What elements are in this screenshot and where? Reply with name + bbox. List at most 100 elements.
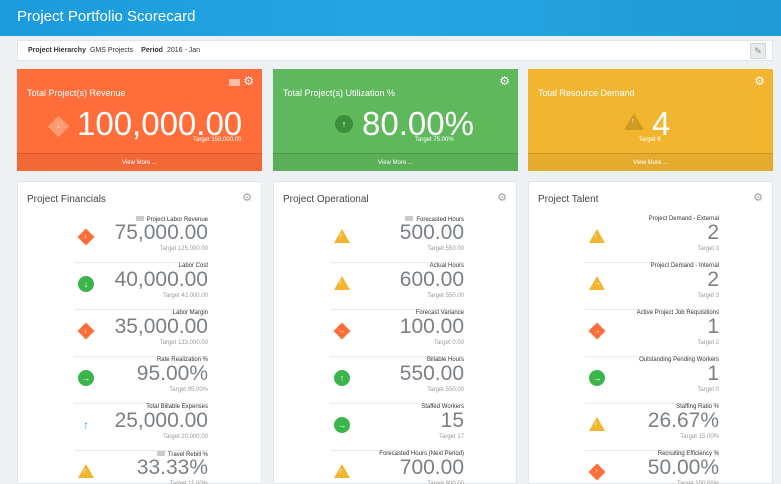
kpi-tile-utilization: ⚙ Total Project(s) Utilization % ↑ 80.00… bbox=[273, 69, 518, 171]
metric-row[interactable]: ↑ Actual Hours 600.00 Target 550.00 bbox=[330, 263, 464, 310]
triangle-up-icon: ↑ bbox=[624, 113, 644, 130]
gear-icon[interactable]: ⚙ bbox=[497, 191, 507, 204]
metric-value: 550.00 bbox=[399, 362, 464, 385]
metric-target: Target 0.00 bbox=[433, 340, 464, 346]
metric-value: 1 bbox=[707, 362, 719, 385]
view-more-link[interactable]: View More ... bbox=[528, 153, 773, 171]
diamond-down-icon: ↓ bbox=[47, 115, 70, 138]
gear-icon[interactable]: ⚙ bbox=[753, 191, 763, 204]
metric-row[interactable]: ↑ Travel Rebill % 33.33% Target 11.00% bbox=[74, 451, 208, 484]
gear-icon[interactable]: ⚙ bbox=[243, 74, 254, 88]
metric-target: Target 20,000.00 bbox=[162, 434, 208, 440]
metric-row[interactable]: ↓ Labor Margin 35,000.00 Target 133,000.00 bbox=[74, 310, 208, 357]
period-value[interactable]: 2016 - Jan bbox=[167, 47, 200, 54]
metric-row[interactable]: → Staffed Workers 15 Target 17 bbox=[330, 404, 464, 451]
page-title: Project Portfolio Scorecard bbox=[17, 8, 196, 25]
metric-target: Target 133,000.00 bbox=[159, 340, 208, 346]
metric-row[interactable]: → Rate Realization % 95.00% Target 95.00% bbox=[74, 357, 208, 404]
metric-value: 500.00 bbox=[399, 221, 464, 244]
metric-value: 2 bbox=[707, 268, 719, 291]
metric-target: Target 17 bbox=[438, 434, 464, 440]
metric-value: 33.33% bbox=[136, 456, 208, 479]
view-more-link[interactable]: View More ... bbox=[273, 153, 518, 171]
circle-up-icon: ↑ bbox=[334, 370, 350, 386]
hierarchy-label: Project Hierarchy bbox=[28, 47, 86, 54]
metric-target: Target 2 bbox=[697, 340, 719, 346]
diamond-down-icon: ↓ bbox=[77, 322, 95, 340]
circle-right-icon: → bbox=[589, 370, 605, 386]
kpi-tile-revenue: ⚙ Total Project(s) Revenue ↓ 100,000.00 … bbox=[17, 69, 262, 171]
metric-row[interactable]: ↓ Project Labor Revenue 75,000.00 Target 12… bbox=[74, 216, 208, 263]
metric-value: 35,000.00 bbox=[114, 315, 208, 338]
metric-value: 75,000.00 bbox=[114, 221, 208, 244]
circle-down-icon: ↓ bbox=[78, 276, 94, 292]
tile-target: Target 6 bbox=[639, 137, 661, 143]
metric-row[interactable]: ↑ Staffing Ratio % 26.67% Target 15.00% bbox=[585, 404, 719, 451]
tile-target: Target 75.00% bbox=[415, 137, 454, 143]
triangle-up-icon: ↑ bbox=[334, 229, 350, 245]
metric-target: Target 3 bbox=[697, 293, 719, 299]
metric-row[interactable]: → Active Project Job Requisitions 1 Target … bbox=[585, 310, 719, 357]
tile-title: Total Project(s) Revenue bbox=[27, 88, 126, 98]
metric-row[interactable]: → Outstanding Pending Workers 1 Target 0 bbox=[585, 357, 719, 404]
metric-row[interactable]: ↑ Forecasted Hours (Next Period) 700.00 Tar… bbox=[330, 451, 464, 484]
metric-row[interactable]: → Forecast Variance 100.00 Target 0.00 bbox=[330, 310, 464, 357]
triangle-up-icon: ↑ bbox=[589, 229, 605, 245]
triangle-right-icon: → bbox=[589, 276, 605, 292]
metric-value: 15 bbox=[440, 409, 464, 432]
metric-target: Target 550.00 bbox=[427, 387, 464, 393]
metric-row[interactable]: ↑ Recruiting Efficiency % 50.00% Target 100… bbox=[585, 451, 719, 484]
metric-value: 1 bbox=[707, 315, 719, 338]
circle-right-icon: → bbox=[334, 417, 350, 433]
hierarchy-value[interactable]: GMS Projects bbox=[90, 47, 133, 54]
metric-target: Target 42,000.00 bbox=[162, 293, 208, 299]
metric-row[interactable]: ↓ Labor Cost 40,000.00 Target 42,000.00 bbox=[74, 263, 208, 310]
tile-title: Total Resource Demand bbox=[538, 88, 635, 98]
metric-target: Target 125,000.00 bbox=[159, 246, 208, 252]
metric-target: Target 3 bbox=[697, 246, 719, 252]
tile-target: Target 150,000.00 bbox=[193, 137, 242, 143]
metric-value: 700.00 bbox=[399, 456, 464, 479]
diamond-right-icon: → bbox=[333, 322, 351, 340]
filter-bar: Project Hierarchy GMS Projects Period 20… bbox=[17, 40, 773, 61]
triangle-up-icon: ↑ bbox=[334, 276, 350, 292]
arrow-up-icon: ↑ bbox=[83, 418, 89, 432]
panel-project-operational: Project Operational ⚙ ↑ Forecasted Hours 5… bbox=[273, 181, 517, 484]
gear-icon[interactable]: ⚙ bbox=[242, 191, 252, 204]
metric-value: 95.00% bbox=[136, 362, 208, 385]
metric-value: 26.67% bbox=[647, 409, 719, 432]
tile-title: Total Project(s) Utilization % bbox=[283, 88, 396, 98]
metric-target: Target 550.00 bbox=[427, 293, 464, 299]
triangle-up-icon: ↑ bbox=[334, 464, 350, 480]
metric-value: 40,000.00 bbox=[114, 268, 208, 291]
edit-pencil-icon[interactable]: ✎ bbox=[750, 43, 766, 59]
metric-target: Target 550.00 bbox=[427, 246, 464, 252]
gear-icon[interactable]: ⚙ bbox=[499, 74, 510, 88]
metric-value: 600.00 bbox=[399, 268, 464, 291]
metric-row[interactable]: ↑ Forecasted Hours 500.00 Target 550.00 bbox=[330, 216, 464, 263]
diamond-up-icon: ↑ bbox=[588, 463, 606, 481]
metric-row[interactable]: → Project Demand - Internal 2 Target 3 bbox=[585, 263, 719, 310]
view-more-link[interactable]: View More ... bbox=[17, 153, 262, 171]
metric-row[interactable]: ↑ Project Demand - External 2 Target 3 bbox=[585, 216, 719, 263]
triangle-up-icon: ↑ bbox=[589, 417, 605, 433]
panel-title: Project Operational bbox=[283, 194, 369, 205]
metric-value: 100.00 bbox=[399, 315, 464, 338]
triangle-up-icon: ↑ bbox=[78, 464, 94, 480]
gear-icon[interactable]: ⚙ bbox=[754, 74, 765, 88]
metric-value: 2 bbox=[707, 221, 719, 244]
metric-row[interactable]: ↑ Billable Hours 550.00 Target 550.00 bbox=[330, 357, 464, 404]
circle-right-icon: → bbox=[78, 370, 94, 386]
panel-title: Project Talent bbox=[538, 194, 599, 205]
metric-target: Target 95.00% bbox=[169, 387, 208, 393]
comment-icon[interactable] bbox=[229, 79, 240, 86]
kpi-tile-resource-demand: ⚙ Total Resource Demand ↑ 4 Target 6 Vie… bbox=[528, 69, 773, 171]
metric-target: Target 0 bbox=[697, 387, 719, 393]
diamond-right-icon: → bbox=[588, 322, 606, 340]
metric-value: 50.00% bbox=[647, 456, 719, 479]
metric-target: Target 15.00% bbox=[680, 434, 719, 440]
metric-row[interactable]: ↑ Total Billable Expenses 25,000.00 Target … bbox=[74, 404, 208, 451]
diamond-down-icon: ↓ bbox=[77, 228, 95, 246]
app-header: Project Portfolio Scorecard bbox=[0, 0, 781, 36]
circle-up-icon: ↑ bbox=[335, 115, 353, 133]
